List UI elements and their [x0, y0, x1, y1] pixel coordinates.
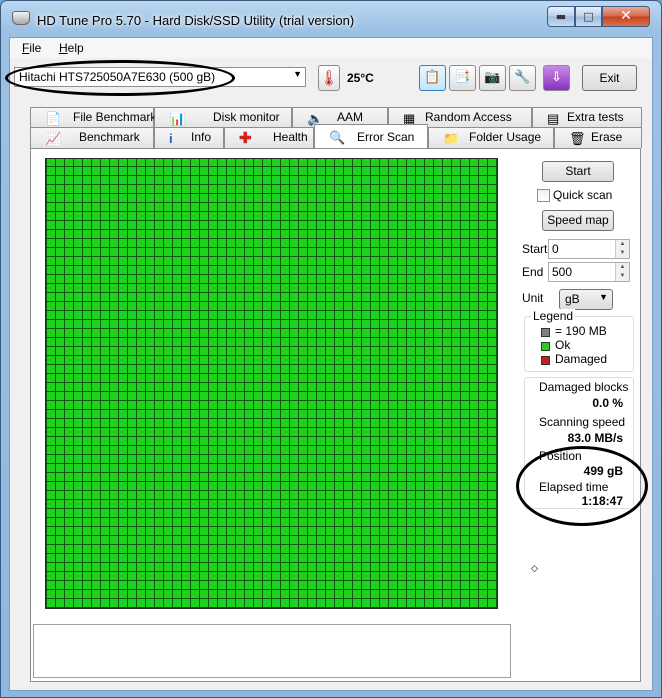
stats-group: Damaged blocks 0.0 % Scanning speed 83.0… [524, 377, 634, 509]
quick-scan-checkbox[interactable] [537, 189, 550, 202]
options-button[interactable]: 🔧 [509, 65, 536, 91]
extra-tests-icon: ▤ [547, 111, 560, 126]
chevron-down-icon: ▼ [293, 69, 302, 79]
health-cross-icon: ✚ [239, 130, 252, 147]
menu-bar: File Help [10, 38, 652, 58]
end-input[interactable]: 500 ▲ ▼ [548, 262, 630, 282]
unit-select[interactable]: gB ▼ [559, 289, 613, 310]
minimize-button[interactable]: ▬ [547, 6, 575, 27]
tab-benchmark[interactable]: 📈 Benchmark [30, 127, 154, 148]
disk-monitor-icon: 📊 [169, 111, 186, 126]
copy-info-icon: 📋 [424, 70, 441, 85]
position-label: Position [539, 449, 582, 463]
copy-screen-button[interactable]: 📑 [449, 65, 476, 91]
quick-scan-label: Quick scan [553, 188, 613, 202]
tab-health[interactable]: ✚ Health [224, 127, 314, 148]
drive-select-value: Hitachi HTS725050A7E630 (500 gB) [19, 70, 216, 84]
exit-button[interactable]: Exit [582, 65, 637, 91]
elapsed-time-label: Elapsed time [539, 480, 609, 494]
legend-damaged: Damaged [555, 352, 608, 366]
copy-info-button[interactable]: 📋 [419, 65, 446, 91]
end-label: End [522, 265, 544, 279]
tab-disk-monitor[interactable]: 📊 Disk monitor [154, 107, 292, 128]
app-icon [12, 11, 30, 25]
legend-swatch-block [541, 328, 550, 337]
client-area: File Help Hitachi HTS725050A7E630 (500 g… [5, 37, 653, 691]
spin-up-icon[interactable]: ▲ [615, 263, 629, 272]
tab-info[interactable]: i Info [154, 127, 224, 148]
legend-swatch-ok [541, 342, 550, 351]
options-icon: 🔧 [514, 70, 531, 85]
legend-group: Legend = 190 MB Ok Damaged [524, 309, 634, 372]
legend-title: Legend [531, 309, 576, 323]
tab-folder-usage[interactable]: 📁 Folder Usage [428, 127, 554, 148]
window-title: HD Tune Pro 5.70 - Hard Disk/SSD Utility… [37, 13, 355, 28]
title-bar[interactable]: HD Tune Pro 5.70 - Hard Disk/SSD Utility… [1, 1, 661, 33]
file-benchmark-icon: 📄 [45, 111, 62, 126]
download-button[interactable]: ⇩ [543, 65, 570, 91]
start-label: Start [522, 242, 548, 256]
trash-icon: 🗑 [569, 131, 586, 146]
start-scan-button[interactable]: Start [542, 161, 614, 182]
temperature-value: 25°C [347, 71, 374, 85]
error-scan-panel: Start Quick scan Speed map Start 0 ▲ ▼ E… [30, 148, 648, 682]
benchmark-icon: 📈 [45, 131, 62, 146]
legend-ok: Ok [555, 338, 571, 352]
camera-icon: 📷 [484, 70, 501, 85]
start-input[interactable]: 0 ▲ ▼ [548, 239, 630, 259]
app-window: HD Tune Pro 5.70 - Hard Disk/SSD Utility… [0, 0, 662, 698]
spin-down-icon[interactable]: ▼ [615, 249, 629, 258]
close-button[interactable]: ✕ [602, 6, 650, 27]
folder-icon: 📁 [443, 131, 460, 146]
scan-block-grid [45, 158, 498, 609]
tab-file-benchmark[interactable]: 📄 File Benchmark [30, 107, 156, 128]
legend-block-size: = 190 MB [555, 324, 607, 338]
download-icon: ⇩ [551, 70, 562, 85]
scan-log-box[interactable] [33, 624, 511, 678]
position-value: 499 gB [583, 464, 623, 478]
info-icon: i [169, 131, 173, 146]
tab-extra-tests[interactable]: ▤ Extra tests [532, 107, 642, 128]
screenshot-button[interactable]: 📷 [479, 65, 506, 91]
spin-down-icon[interactable]: ▼ [615, 272, 629, 281]
speed-map-button[interactable]: Speed map [542, 210, 614, 231]
chevron-down-icon: ▼ [599, 292, 608, 302]
diamond-marker-icon: ◇ [531, 564, 538, 574]
legend-swatch-damaged [541, 356, 550, 365]
menu-help[interactable]: Help [59, 41, 84, 55]
thermometer-icon: 🌡 [318, 65, 340, 91]
damaged-blocks-label: Damaged blocks [539, 380, 629, 394]
menu-file[interactable]: File [22, 41, 41, 55]
damaged-blocks-value: 0.0 % [592, 396, 623, 410]
tab-error-scan[interactable]: 🔍 Error Scan [314, 124, 428, 148]
scanning-speed-label: Scanning speed [539, 415, 626, 429]
maximize-button[interactable]: □ [575, 6, 602, 27]
elapsed-time-value: 1:18:47 [581, 494, 623, 508]
spin-up-icon[interactable]: ▲ [615, 240, 629, 249]
scanning-speed-value: 83.0 MB/s [567, 431, 623, 445]
unit-label: Unit [522, 291, 544, 305]
copy-screen-icon: 📑 [454, 70, 471, 85]
magnifier-icon: 🔍 [329, 130, 346, 145]
tab-erase[interactable]: 🗑 Erase [554, 127, 642, 148]
drive-select[interactable]: Hitachi HTS725050A7E630 (500 gB) ▼ [14, 67, 306, 87]
